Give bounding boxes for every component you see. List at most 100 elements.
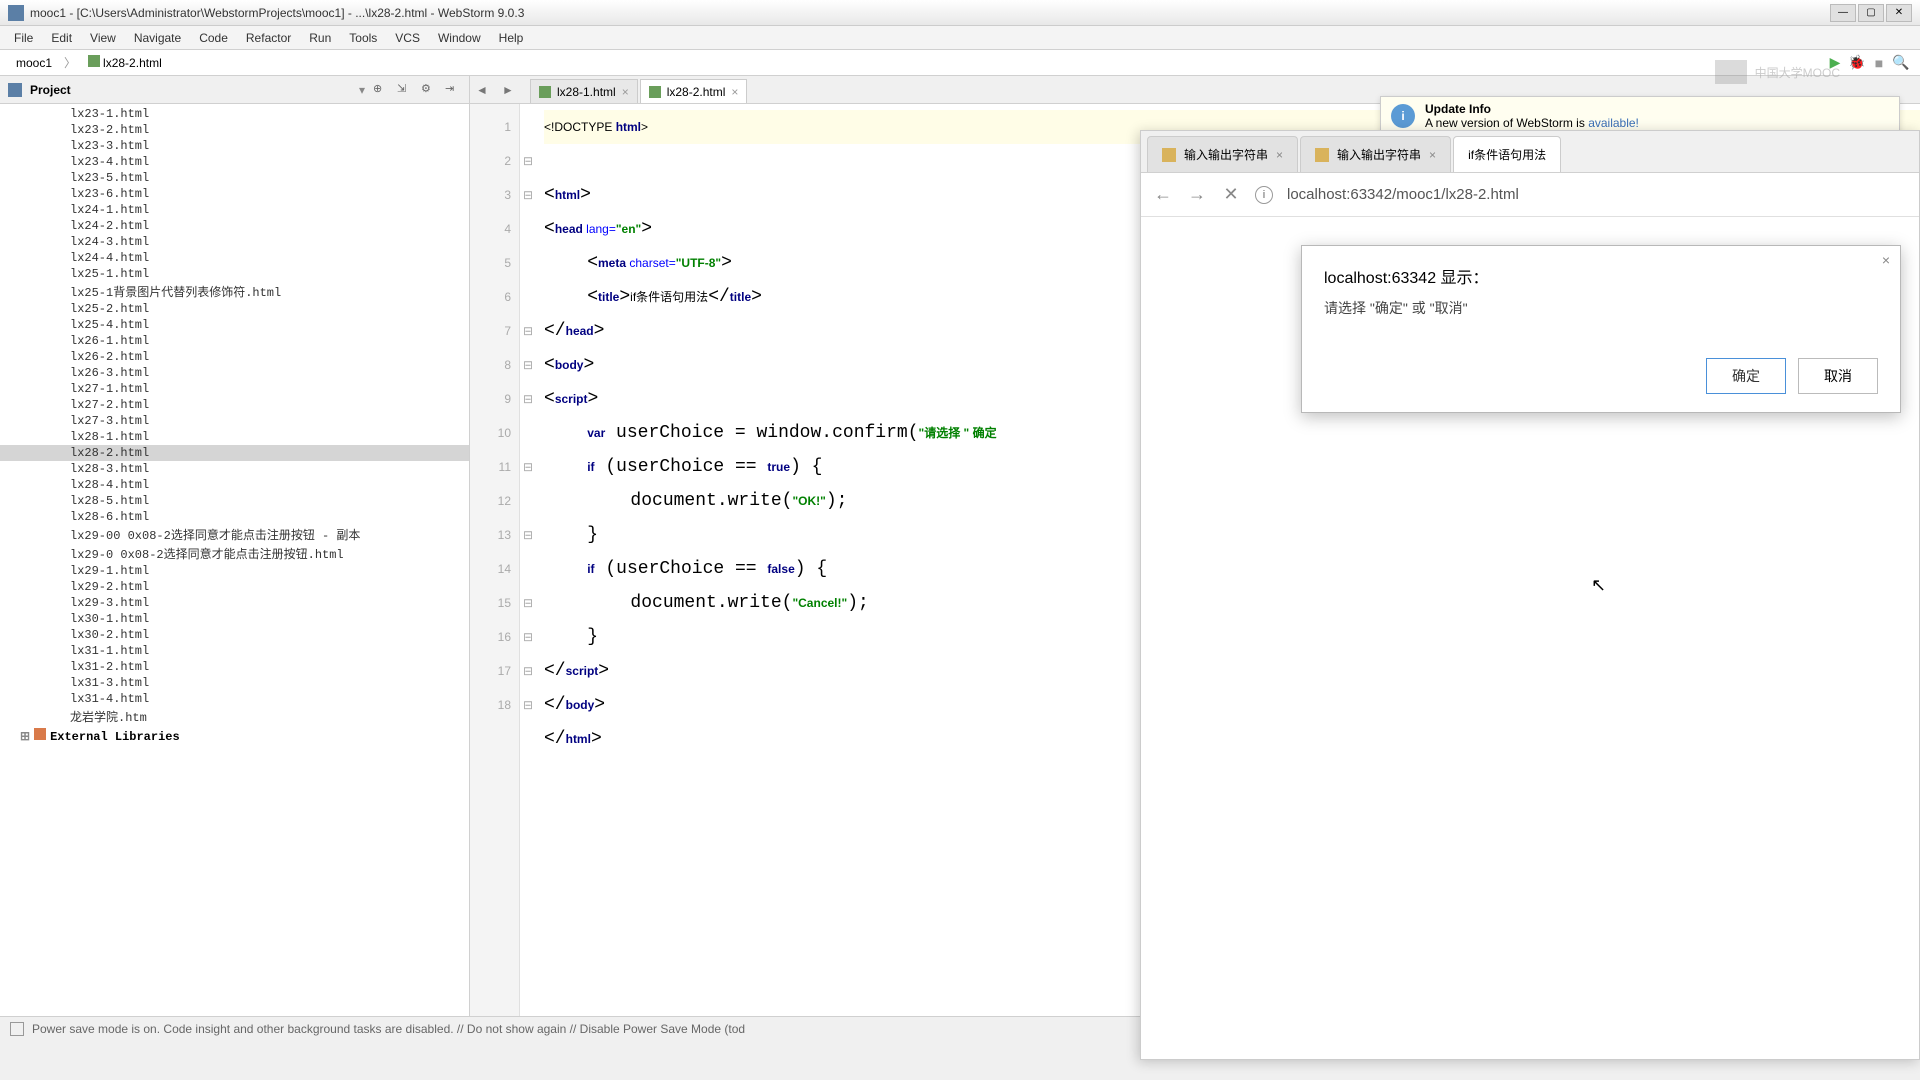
file-item[interactable]: lx31-4.html xyxy=(0,691,469,707)
update-link[interactable]: available! xyxy=(1588,116,1639,130)
file-item[interactable]: lx27-2.html xyxy=(0,397,469,413)
file-item[interactable]: lx28-3.html xyxy=(0,461,469,477)
menu-vcs[interactable]: VCS xyxy=(387,29,428,47)
file-item[interactable]: lx26-3.html xyxy=(0,365,469,381)
menu-refactor[interactable]: Refactor xyxy=(238,29,299,47)
browser-tab-1[interactable]: 输入输出字符串 × xyxy=(1147,136,1298,172)
editor-tab-1[interactable]: lx28-1.html × xyxy=(530,79,638,103)
menu-help[interactable]: Help xyxy=(491,29,532,47)
file-item[interactable]: lx23-3.html xyxy=(0,138,469,154)
breadcrumb-file[interactable]: lx28-2.html xyxy=(82,53,168,72)
file-item[interactable]: lx29-2.html xyxy=(0,579,469,595)
gear-icon[interactable]: ⚙ xyxy=(421,82,437,98)
file-item[interactable]: lx28-6.html xyxy=(0,509,469,525)
file-item[interactable]: lx23-4.html xyxy=(0,154,469,170)
breadcrumb-project[interactable]: mooc1 xyxy=(10,54,58,72)
menu-run[interactable]: Run xyxy=(301,29,339,47)
browser-navbar: ← → ✕ i localhost:63342/mooc1/lx28-2.htm… xyxy=(1141,173,1919,217)
menu-tools[interactable]: Tools xyxy=(341,29,385,47)
file-item[interactable]: lx28-5.html xyxy=(0,493,469,509)
editor-tab-2[interactable]: lx28-2.html × xyxy=(640,79,748,103)
file-item[interactable]: lx28-4.html xyxy=(0,477,469,493)
browser-content: × localhost:63342 显示： 请选择 "确定" 或 "取消" 确定… xyxy=(1141,217,1919,1059)
file-item[interactable]: lx30-2.html xyxy=(0,627,469,643)
file-item[interactable]: lx29-0 0x08-2选择同意才能点击注册按钮.html xyxy=(0,544,469,563)
scroll-from-source-icon[interactable]: ⊕ xyxy=(373,82,389,98)
address-bar[interactable]: localhost:63342/mooc1/lx28-2.html xyxy=(1287,186,1907,203)
dialog-close-icon[interactable]: × xyxy=(1882,252,1890,268)
close-tab-icon[interactable]: × xyxy=(1429,148,1436,162)
file-item[interactable]: lx23-5.html xyxy=(0,170,469,186)
project-sidebar: Project ▾ ⊕ ⇲ ⚙ ⇥ lx23-1.htmllx23-2.html… xyxy=(0,76,470,1016)
forward-icon[interactable]: ► xyxy=(502,83,518,99)
file-item[interactable]: lx27-1.html xyxy=(0,381,469,397)
menu-edit[interactable]: Edit xyxy=(43,29,80,47)
file-item[interactable]: lx31-2.html xyxy=(0,659,469,675)
project-icon xyxy=(8,83,22,97)
back-icon[interactable]: ← xyxy=(1153,185,1173,205)
close-tab-icon[interactable]: × xyxy=(622,85,629,99)
menu-file[interactable]: File xyxy=(6,29,41,47)
file-item[interactable]: lx23-1.html xyxy=(0,106,469,122)
file-item[interactable]: lx24-2.html xyxy=(0,218,469,234)
stop-icon[interactable]: ✕ xyxy=(1221,185,1241,205)
file-item[interactable]: lx29-1.html xyxy=(0,563,469,579)
info-icon: i xyxy=(1391,104,1415,128)
cancel-button[interactable]: 取消 xyxy=(1798,358,1878,394)
file-item[interactable]: lx26-2.html xyxy=(0,349,469,365)
file-item[interactable]: lx25-1背景图片代替列表修饰符.html xyxy=(0,282,469,301)
window-titlebar: mooc1 - [C:\Users\Administrator\Webstorm… xyxy=(0,0,1920,26)
run-icon[interactable]: ▶ xyxy=(1826,54,1844,72)
cursor-icon: ↖ xyxy=(1591,575,1606,596)
sidebar-label[interactable]: Project xyxy=(30,83,351,97)
page-icon xyxy=(1162,148,1176,162)
back-icon[interactable]: ◄ xyxy=(476,83,492,99)
update-title: Update Info xyxy=(1425,102,1639,116)
file-item[interactable]: lx27-3.html xyxy=(0,413,469,429)
file-item[interactable]: lx31-1.html xyxy=(0,643,469,659)
site-info-icon[interactable]: i xyxy=(1255,186,1273,204)
collapse-all-icon[interactable]: ⇲ xyxy=(397,82,413,98)
html-file-icon xyxy=(539,86,551,98)
file-tree[interactable]: lx23-1.htmllx23-2.htmllx23-3.htmllx23-4.… xyxy=(0,104,469,1016)
page-icon xyxy=(1315,148,1329,162)
close-tab-icon[interactable]: × xyxy=(731,85,738,99)
fold-column[interactable]: ⊟⊟ ⊟⊟⊟ ⊟ ⊟ ⊟⊟⊟⊟ xyxy=(520,104,536,1016)
external-libraries[interactable]: ⊞External Libraries xyxy=(0,726,469,746)
file-item[interactable]: 龙岩学院.htm xyxy=(0,707,469,726)
file-item[interactable]: lx25-2.html xyxy=(0,301,469,317)
dialog-title: localhost:63342 显示： xyxy=(1324,264,1878,288)
search-icon[interactable]: 🔍 xyxy=(1892,54,1910,72)
browser-tab-3[interactable]: if条件语句用法 xyxy=(1453,136,1561,172)
file-item[interactable]: lx26-1.html xyxy=(0,333,469,349)
file-item[interactable]: lx24-1.html xyxy=(0,202,469,218)
file-item[interactable]: lx31-3.html xyxy=(0,675,469,691)
stop-icon[interactable]: ■ xyxy=(1870,54,1888,72)
menu-navigate[interactable]: Navigate xyxy=(126,29,189,47)
menu-code[interactable]: Code xyxy=(191,29,236,47)
close-button[interactable]: ✕ xyxy=(1886,4,1912,22)
file-item[interactable]: lx24-4.html xyxy=(0,250,469,266)
file-item[interactable]: lx29-00 0x08-2选择同意才能点击注册按钮 - 副本 xyxy=(0,525,469,544)
file-item[interactable]: lx28-1.html xyxy=(0,429,469,445)
debug-icon[interactable]: 🐞 xyxy=(1848,54,1866,72)
file-item[interactable]: lx23-2.html xyxy=(0,122,469,138)
file-item[interactable]: lx23-6.html xyxy=(0,186,469,202)
close-tab-icon[interactable]: × xyxy=(1276,148,1283,162)
menu-window[interactable]: Window xyxy=(430,29,489,47)
file-item[interactable]: lx24-3.html xyxy=(0,234,469,250)
file-item[interactable]: lx25-1.html xyxy=(0,266,469,282)
hide-icon[interactable]: ⇥ xyxy=(445,82,461,98)
menu-view[interactable]: View xyxy=(82,29,124,47)
forward-icon[interactable]: → xyxy=(1187,185,1207,205)
chevron-down-icon[interactable]: ▾ xyxy=(359,83,365,97)
file-item[interactable]: lx28-2.html xyxy=(0,445,469,461)
minimize-button[interactable]: — xyxy=(1830,4,1856,22)
maximize-button[interactable]: ▢ xyxy=(1858,4,1884,22)
menubar: File Edit View Navigate Code Refactor Ru… xyxy=(0,26,1920,50)
file-item[interactable]: lx25-4.html xyxy=(0,317,469,333)
browser-tab-2[interactable]: 输入输出字符串 × xyxy=(1300,136,1451,172)
file-item[interactable]: lx30-1.html xyxy=(0,611,469,627)
file-item[interactable]: lx29-3.html xyxy=(0,595,469,611)
ok-button[interactable]: 确定 xyxy=(1706,358,1786,394)
